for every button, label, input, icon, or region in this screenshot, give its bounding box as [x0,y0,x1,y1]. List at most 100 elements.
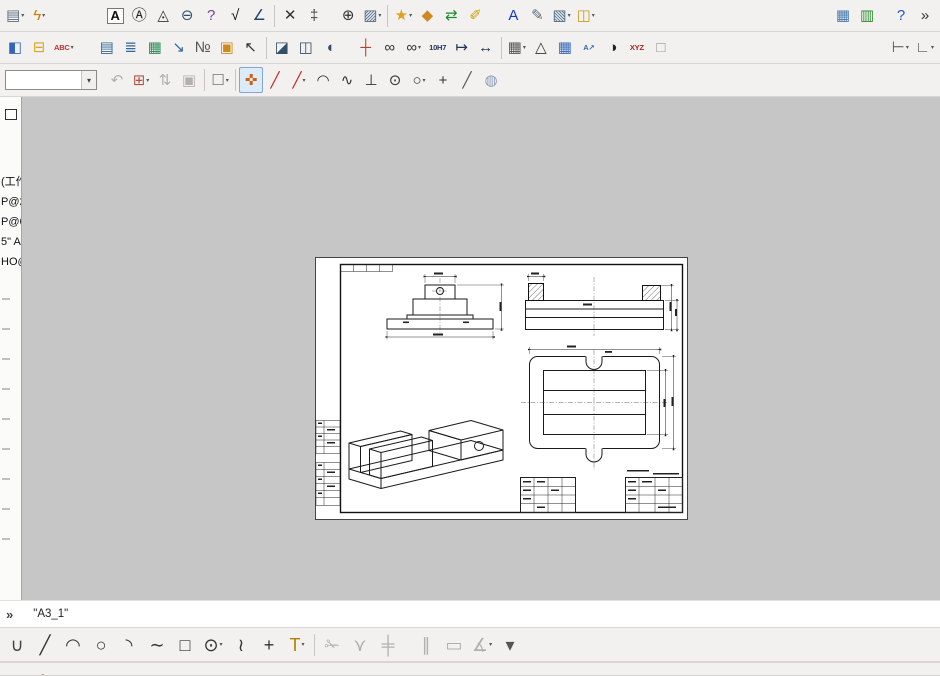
curve-handles-icon[interactable]: ∪ [3,630,31,660]
abc-stamp-icon-dropdown[interactable]: ▾ [71,44,74,51]
curve-tool-icon[interactable]: ∼ [143,630,171,660]
circle-tool-icon[interactable]: ○ [87,630,115,660]
drawing-canvas[interactable] [22,97,940,600]
arc-tool-icon[interactable]: ◠ [311,67,335,93]
snap-line-icon[interactable]: ╱ [263,67,287,93]
panel-window-icon[interactable]: ◧ [3,35,27,61]
block-library-icon[interactable]: ◫ ▾ [574,3,598,29]
abc-stamp-icon[interactable]: ABC ▾ [51,35,77,61]
divide-mark-icon[interactable]: ‡ [302,3,326,29]
find-replace-icon[interactable]: ∞ ▾ [402,35,426,61]
star-tool-icon[interactable]: ★ ▾ [391,3,415,29]
note-style-icon[interactable]: ▤ ▾ [3,3,27,29]
grid-dots-icon[interactable]: ▦ ▾ [505,35,529,61]
plus-tool-icon[interactable]: + [431,67,455,93]
wand-tool-icon[interactable]: ✐ [463,3,487,29]
layer-stack-icon[interactable]: ≣ [119,35,143,61]
spline-text-icon[interactable]: ∿ [335,67,359,93]
text-insert-icon-dropdown[interactable]: ▾ [301,641,304,648]
partial-folder-icon[interactable]: ⊟ [89,666,113,676]
blank-swatch-icon[interactable]: □ [649,35,673,61]
center-circle-icon-dropdown[interactable]: ▾ [220,641,223,648]
xyz-coords-icon[interactable]: XYZ [625,35,649,61]
line-options-icon-dropdown[interactable]: ▾ [303,77,306,84]
grid-dots-icon-dropdown[interactable]: ▾ [523,44,526,51]
scale-ruler-icon-dropdown[interactable]: ▾ [906,44,909,51]
power-objects-icon-dropdown[interactable]: ▾ [42,12,45,19]
power-objects-icon[interactable]: ϟ ▾ [27,3,51,29]
sidebar-item[interactable]: 5" A [0,232,21,252]
angle-dim-icon-dropdown[interactable]: ▾ [489,641,492,648]
zoom-out-icon[interactable]: ⊖ [175,3,199,29]
underline-text-icon[interactable]: A [501,3,525,29]
tolerance-dim-icon[interactable]: 10H7 [426,35,450,61]
select-cursor-icon[interactable]: ↖ [239,35,263,61]
selection-box-icon[interactable]: ☐ ▾ [208,67,232,93]
center-circle-icon[interactable]: ⊙ ▾ [199,630,227,660]
sidebar-item[interactable]: HO@ [0,252,21,272]
sphere-tool-icon[interactable]: ◍ [479,67,503,93]
sidebar-item[interactable]: P@2 [0,192,21,212]
edit-settings-icon[interactable]: ✎ [525,3,549,29]
drawing-sheet[interactable] [315,257,688,520]
slash-tool-icon[interactable]: ╱ [455,67,479,93]
aux-view-icon[interactable]: ◫ [294,35,318,61]
folder-icon[interactable]: ⊟ [27,35,51,61]
style-combobox[interactable]: ▾ [5,70,97,90]
sidebar-item[interactable]: P@6 [0,212,21,232]
insert-image-icon[interactable]: ⊞ ▾ [129,67,153,93]
circle-options-icon-dropdown[interactable]: ▾ [423,77,426,84]
sidebar-item[interactable]: (工作 [0,172,21,192]
snap-move-icon[interactable]: ✜ [239,67,263,93]
leader-dim-icon[interactable]: ↦ [450,35,474,61]
arc-3pt-icon[interactable]: ◠ [59,630,87,660]
insert-picture-icon-dropdown[interactable]: ▾ [378,12,381,19]
rectangle-tool-icon[interactable]: □ [171,630,199,660]
partial-cube-icon[interactable]: ▧ [59,666,83,676]
panel-box-icon[interactable] [5,109,17,120]
circle-center-icon[interactable]: ⊙ [383,67,407,93]
find-icon[interactable]: ∞ [378,35,402,61]
grid-sparkle-icon[interactable]: ▦ [831,3,855,29]
span-dim-icon[interactable]: ↔ [474,35,498,61]
combo-dropdown-arrow[interactable]: ▾ [81,71,96,89]
swap-views-icon[interactable]: ⇄ [439,3,463,29]
blue-grid-icon[interactable]: ▦ [553,35,577,61]
table-tool-icon[interactable]: ▥ [855,3,879,29]
scale-ruler-icon[interactable]: ⊢ ▾ [888,35,912,61]
arc-tangent-icon[interactable]: ◝ [115,630,143,660]
note-style-icon-dropdown[interactable]: ▾ [21,12,24,19]
layers-icon[interactable]: ▤ [95,35,119,61]
line-tool-icon[interactable]: ╱ [31,630,59,660]
partial-pencil-icon[interactable]: ✎ [33,666,57,676]
layer-move-icon[interactable]: ↘ [167,35,191,61]
text-insert-icon[interactable]: T ▾ [283,630,311,660]
sheet-table-icon[interactable]: ▦ [143,35,167,61]
crosshair-dashed-icon[interactable]: ┼ [354,35,378,61]
text-tool-icon[interactable]: A [103,3,127,29]
block-library-icon-dropdown[interactable]: ▾ [592,12,595,19]
help-icon[interactable]: ? [889,3,913,29]
block-3d-icon[interactable]: ▣ [215,35,239,61]
slope-symbol-icon[interactable]: ∠ [247,3,271,29]
insert-picture-icon[interactable]: ▨ ▾ [360,3,384,29]
projection-view-icon[interactable]: ◖ [318,35,342,61]
sqrt-icon[interactable]: √ [223,3,247,29]
star-tool-icon-dropdown[interactable]: ▾ [409,12,412,19]
sidebar-expand-chevron[interactable]: » [0,607,19,622]
center-target-icon[interactable]: ⊕ [336,3,360,29]
line-options-icon[interactable]: ╱ ▾ [287,67,311,93]
ordered-list-icon[interactable]: № [191,35,215,61]
cross-mark-icon[interactable]: ✕ [278,3,302,29]
insert-image-icon-dropdown[interactable]: ▾ [146,77,149,84]
surface-finish-icon[interactable]: ◑ [601,35,625,61]
picture-block-icon[interactable]: ▧ ▾ [549,3,573,29]
find-replace-icon-dropdown[interactable]: ▾ [418,44,421,51]
zoom-query-icon[interactable]: ? [199,3,223,29]
bottom-overflow-chevron[interactable]: ▾ [496,630,524,660]
datum-text-icon[interactable]: Ⓐ [127,3,151,29]
polyline-tool-icon[interactable]: ≀ [227,630,255,660]
forge-tool-icon[interactable]: ◆ [415,3,439,29]
row1-overflow-chevron[interactable]: » [913,3,937,29]
selection-box-icon-dropdown[interactable]: ▾ [226,77,229,84]
